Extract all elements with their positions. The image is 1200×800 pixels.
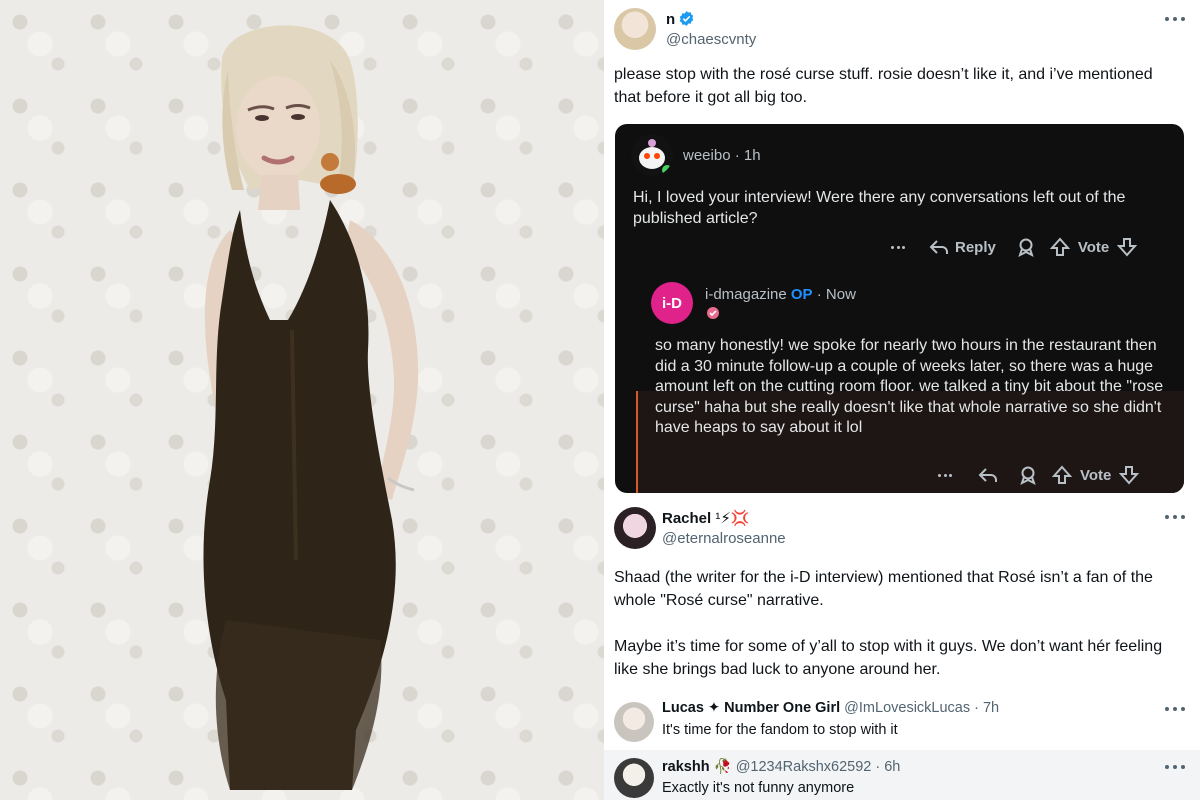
reply-author-name[interactable]: Lucas ✦ Number One Girl bbox=[662, 700, 840, 716]
reddit-reply-more-icon[interactable] bbox=[938, 472, 952, 478]
reply-icon[interactable] bbox=[929, 238, 949, 256]
reddit-reply-actions: Vote bbox=[938, 463, 1140, 487]
reply-item[interactable]: rakshh 🥀 @1234Rakshx62592 · 6h Exactly i… bbox=[604, 750, 1200, 800]
avatar[interactable] bbox=[614, 702, 654, 742]
reddit-reply-username[interactable]: i-dmagazine bbox=[705, 286, 787, 303]
tweet-text: Maybe it’s time for some of y’all to sto… bbox=[614, 638, 1163, 678]
reply-author: Lucas ✦ Number One Girl @ImLovesickLucas… bbox=[662, 700, 999, 716]
reddit-comment-meta: weeibo · 1h bbox=[683, 147, 761, 164]
reply-author-handle[interactable]: @1234Rakshx62592 · 6h bbox=[736, 759, 901, 775]
verified-flair-icon bbox=[707, 307, 719, 319]
reply-author-suffix: 🥀 bbox=[713, 759, 732, 775]
reply-text: It's time for the fandom to stop with it bbox=[662, 722, 898, 738]
reddit-screenshot: weeibo · 1h Hi, I loved your interview! … bbox=[615, 124, 1184, 493]
reply-author-name[interactable]: rakshh bbox=[662, 759, 710, 775]
logo-text: i-D bbox=[662, 294, 682, 312]
author-handle[interactable]: @eternalroseanne bbox=[662, 530, 786, 547]
author-handle[interactable]: @chaescvnty bbox=[666, 31, 756, 48]
reddit-reply-time: · Now bbox=[816, 286, 856, 303]
reddit-username[interactable]: weeibo bbox=[683, 147, 731, 164]
reddit-reply-text: so many honestly! we spoke for nearly tw… bbox=[655, 337, 1164, 436]
author-name-suffix: ¹⚡💢 bbox=[715, 510, 750, 527]
photo bbox=[0, 0, 604, 800]
reply-icon[interactable] bbox=[978, 466, 998, 484]
reply-text: Exactly it's not funny anymore bbox=[662, 780, 855, 796]
award-icon[interactable] bbox=[1018, 465, 1038, 485]
portrait-illustration bbox=[203, 25, 419, 790]
avatar[interactable] bbox=[614, 8, 656, 50]
reply-item[interactable]: Lucas ✦ Number One Girl @ImLovesickLucas… bbox=[604, 692, 1200, 750]
avatar[interactable] bbox=[614, 758, 654, 798]
op-badge: OP bbox=[790, 286, 813, 303]
upvote-icon[interactable] bbox=[1052, 465, 1072, 485]
vote-label: Vote bbox=[1077, 238, 1110, 256]
idmagazine-logo[interactable]: i-D bbox=[651, 282, 693, 324]
reply-author: rakshh 🥀 @1234Rakshx62592 · 6h bbox=[662, 758, 900, 775]
vote-label: Vote bbox=[1080, 466, 1112, 484]
reddit-comment-text: Hi, I loved your interview! Were there a… bbox=[633, 189, 1126, 227]
reddit-more-icon[interactable] bbox=[891, 244, 905, 250]
more-options-icon[interactable] bbox=[1165, 16, 1185, 22]
reply-author-handle[interactable]: @ImLovesickLucas · 7h bbox=[844, 700, 999, 716]
reddit-time: · 1h bbox=[734, 147, 761, 164]
reddit-comment-actions: Reply Vote bbox=[891, 235, 1138, 259]
author-name[interactable]: Rachel ¹⚡💢 bbox=[662, 509, 750, 527]
verified-badge-icon bbox=[679, 11, 694, 26]
tweet-text: please stop with the rosé curse stuff. r… bbox=[614, 66, 1153, 106]
award-icon[interactable] bbox=[1016, 237, 1036, 257]
downvote-icon[interactable] bbox=[1117, 237, 1138, 257]
avatar[interactable] bbox=[614, 507, 656, 549]
reddit-reply-meta: i-dmagazine OP · Now bbox=[705, 286, 856, 303]
author-name-text: Rachel bbox=[662, 510, 712, 527]
reply-label[interactable]: Reply bbox=[955, 239, 996, 256]
reddit-avatar bbox=[631, 134, 673, 176]
upvote-icon[interactable] bbox=[1049, 237, 1070, 257]
more-options-icon[interactable] bbox=[1165, 514, 1185, 520]
more-options-icon[interactable] bbox=[1165, 706, 1185, 712]
author-name-text: n bbox=[666, 11, 676, 28]
more-options-icon[interactable] bbox=[1165, 764, 1185, 770]
author-name[interactable]: n bbox=[666, 10, 695, 28]
tweet-text: Shaad (the writer for the i-D interview)… bbox=[614, 569, 1153, 609]
feed: n @chaescvnty please stop with the rosé … bbox=[604, 0, 1200, 800]
downvote-icon[interactable] bbox=[1119, 465, 1140, 485]
